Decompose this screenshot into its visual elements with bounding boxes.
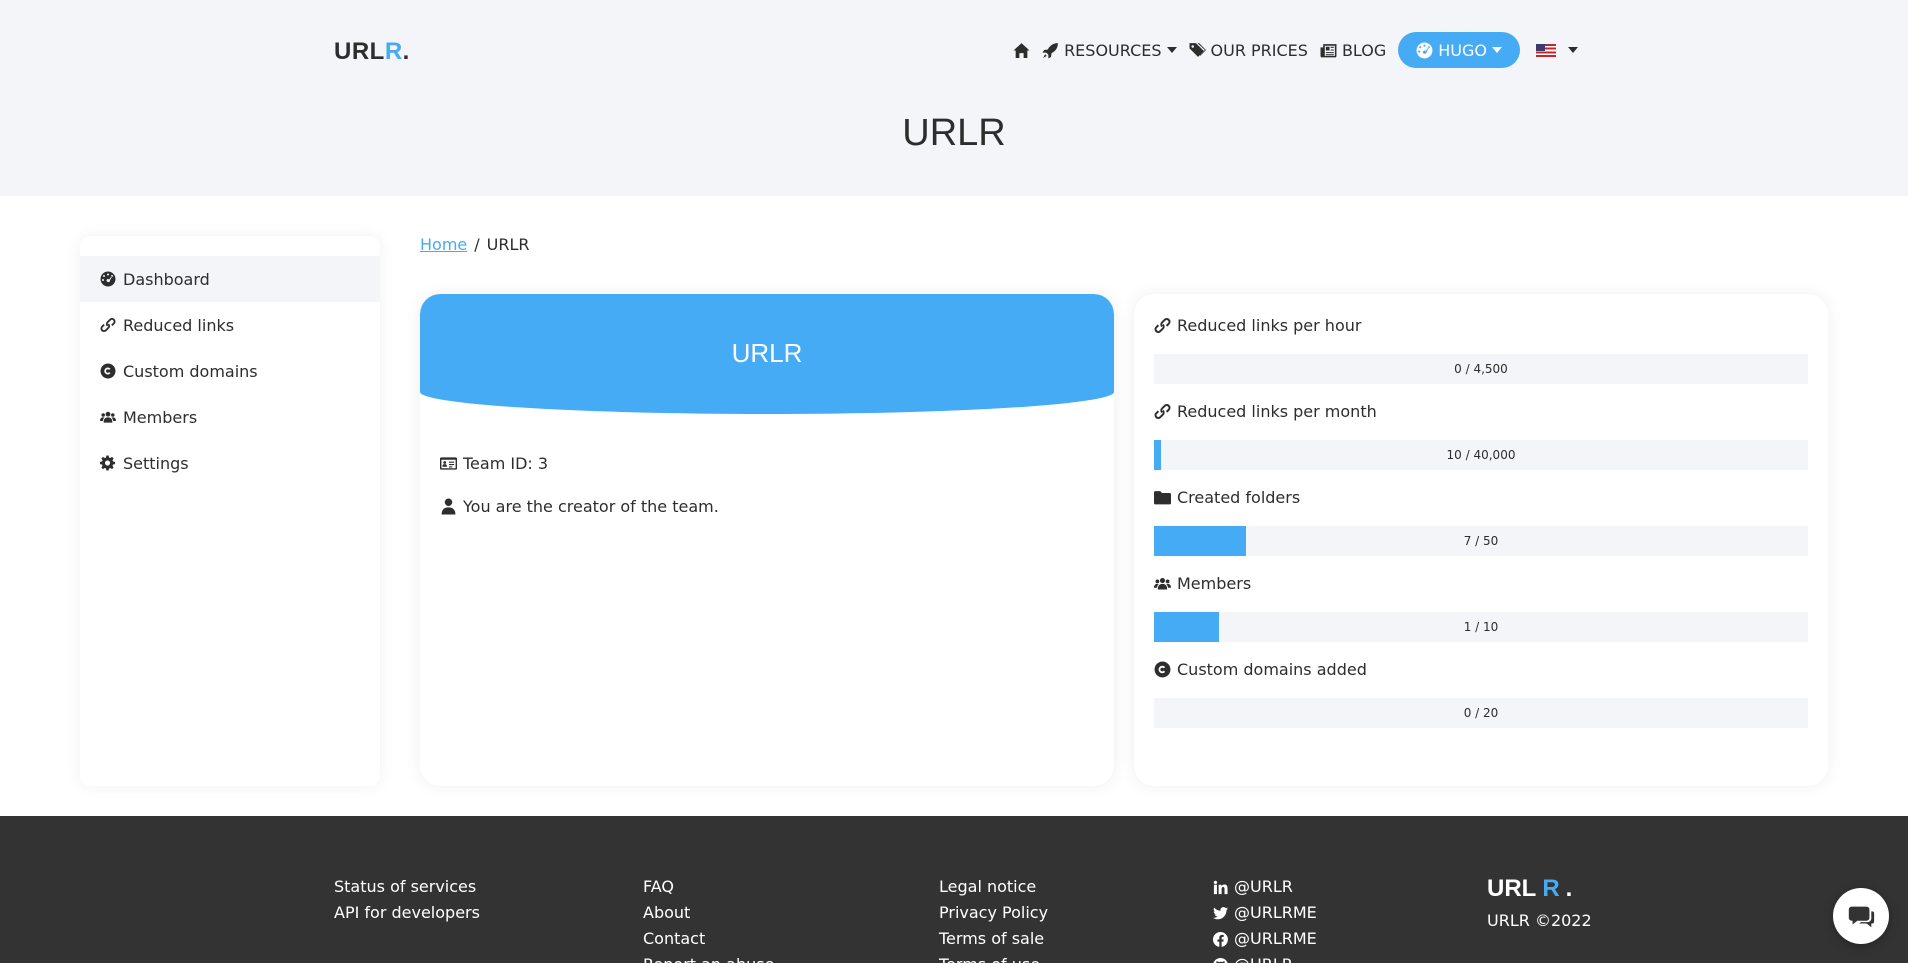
footer-link-privacy[interactable]: Privacy Policy	[939, 900, 1048, 926]
progress-bar-text: 1 / 10	[1463, 620, 1499, 634]
nav-home[interactable]	[1013, 42, 1030, 59]
logo[interactable]: URLR.	[334, 38, 410, 66]
header: URLR. RESOURCES OUR PRICES BLOG HUGO URL…	[0, 0, 1908, 196]
stat-members: Members 1 / 10	[1154, 570, 1808, 642]
tags-icon	[1189, 42, 1206, 57]
footer-link-terms-sale[interactable]: Terms of sale	[939, 926, 1048, 952]
footer-link-about[interactable]: About	[643, 900, 774, 926]
footer-col-legal: Legal notice Privacy Policy Terms of sal…	[939, 874, 1048, 963]
language-selector[interactable]	[1536, 43, 1578, 57]
progress-bar: 0 / 4,500	[1154, 354, 1808, 384]
breadcrumb-separator: /	[474, 235, 480, 254]
footer-link-report-abuse[interactable]: Report an abuse	[643, 952, 774, 963]
page-title: URLR	[902, 112, 1006, 154]
footer-social-github[interactable]: @URLR	[1213, 952, 1317, 963]
gear-icon	[100, 455, 116, 471]
dashboard-icon	[1416, 42, 1433, 58]
linkedin-icon	[1213, 880, 1228, 894]
nav-resources[interactable]: RESOURCES	[1042, 41, 1177, 60]
progress-bar: 1 / 10	[1154, 612, 1808, 642]
footer-link-faq[interactable]: FAQ	[643, 874, 774, 900]
id-card-icon	[440, 457, 457, 470]
users-icon	[100, 411, 116, 423]
footer-col-info: FAQ About Contact Report an abuse	[643, 874, 774, 963]
us-flag-icon	[1536, 43, 1556, 57]
users-icon	[1154, 577, 1171, 589]
user-icon	[441, 498, 456, 515]
stat-label: Created folders	[1154, 484, 1808, 510]
footer-social-twitter[interactable]: @URLRME	[1213, 900, 1317, 926]
progress-bar: 7 / 50	[1154, 526, 1808, 556]
chat-widget-button[interactable]	[1833, 888, 1889, 944]
stat-links-per-month: Reduced links per month 10 / 40,000	[1154, 398, 1808, 470]
chevron-down-icon	[1492, 47, 1502, 53]
nav-blog[interactable]: BLOG	[1320, 41, 1386, 60]
chevron-down-icon	[1568, 47, 1578, 53]
newspaper-icon	[1320, 43, 1337, 57]
rocket-icon	[1042, 42, 1058, 58]
facebook-icon	[1213, 931, 1228, 947]
team-id: Team ID: 3	[440, 454, 548, 473]
usage-stats-card: Reduced links per hour 0 / 4,500 Reduced…	[1134, 294, 1828, 786]
stat-label: Members	[1154, 570, 1808, 596]
progress-bar-text: 0 / 20	[1463, 706, 1499, 720]
user-menu-button[interactable]: HUGO	[1398, 32, 1520, 68]
progress-bar: 10 / 40,000	[1154, 440, 1808, 470]
breadcrumb-home-link[interactable]: Home	[420, 235, 467, 254]
footer: Status of services API for developers FA…	[0, 816, 1908, 963]
team-card: URLR Team ID: 3 You are the creator of t…	[420, 294, 1114, 786]
stat-links-per-hour: Reduced links per hour 0 / 4,500	[1154, 312, 1808, 384]
footer-logo[interactable]: URL R.	[1487, 876, 1592, 902]
main-nav: RESOURCES OUR PRICES BLOG HUGO	[1013, 32, 1578, 68]
footer-link-contact[interactable]: Contact	[643, 926, 774, 952]
sidebar-item-settings[interactable]: Settings	[80, 440, 380, 486]
footer-col-services: Status of services API for developers	[334, 874, 480, 926]
footer-col-brand: URL R. URLR ©2022	[1487, 876, 1592, 934]
sidebar-item-custom-domains[interactable]: Custom domains	[80, 348, 380, 394]
footer-social-linkedin[interactable]: @URLR	[1213, 874, 1317, 900]
progress-bar-text: 10 / 40,000	[1446, 448, 1516, 462]
stat-label: Reduced links per hour	[1154, 312, 1808, 338]
copyright-icon	[1154, 661, 1171, 677]
twitter-icon	[1213, 906, 1228, 919]
sidebar-item-dashboard[interactable]: Dashboard	[80, 256, 380, 302]
link-icon	[100, 317, 116, 333]
footer-copyright: URLR ©2022	[1487, 911, 1592, 930]
footer-link-status[interactable]: Status of services	[334, 874, 480, 900]
link-icon	[1154, 317, 1171, 333]
breadcrumb-current: URLR	[486, 235, 530, 254]
team-name: URLR	[731, 338, 803, 368]
team-role: You are the creator of the team.	[440, 497, 719, 516]
sidebar-item-members[interactable]: Members	[80, 394, 380, 440]
stat-custom-domains: Custom domains added 0 / 20	[1154, 656, 1808, 728]
sidebar-item-reduced-links[interactable]: Reduced links	[80, 302, 380, 348]
progress-bar-text: 0 / 4,500	[1454, 362, 1508, 376]
link-icon	[1154, 403, 1171, 419]
chat-icon	[1848, 906, 1875, 928]
chevron-down-icon	[1166, 47, 1177, 53]
footer-link-api[interactable]: API for developers	[334, 900, 480, 926]
stat-label: Reduced links per month	[1154, 398, 1808, 424]
stat-created-folders: Created folders 7 / 50	[1154, 484, 1808, 556]
home-icon	[1013, 42, 1030, 58]
copyright-icon	[100, 363, 116, 379]
stat-label: Custom domains added	[1154, 656, 1808, 682]
github-icon	[1213, 957, 1228, 963]
footer-link-terms-use[interactable]: Terms of use	[939, 952, 1048, 963]
folder-icon	[1154, 490, 1171, 504]
footer-col-social: @URLR @URLRME @URLRME @URLR	[1213, 874, 1317, 963]
footer-social-facebook[interactable]: @URLRME	[1213, 926, 1317, 952]
progress-bar: 0 / 20	[1154, 698, 1808, 728]
sidebar: Dashboard Reduced links Custom domains M…	[80, 236, 380, 786]
footer-link-legal-notice[interactable]: Legal notice	[939, 874, 1048, 900]
breadcrumb: Home / URLR	[420, 235, 530, 254]
progress-bar-text: 7 / 50	[1463, 534, 1499, 548]
dashboard-icon	[100, 271, 116, 287]
nav-prices[interactable]: OUR PRICES	[1189, 41, 1308, 60]
